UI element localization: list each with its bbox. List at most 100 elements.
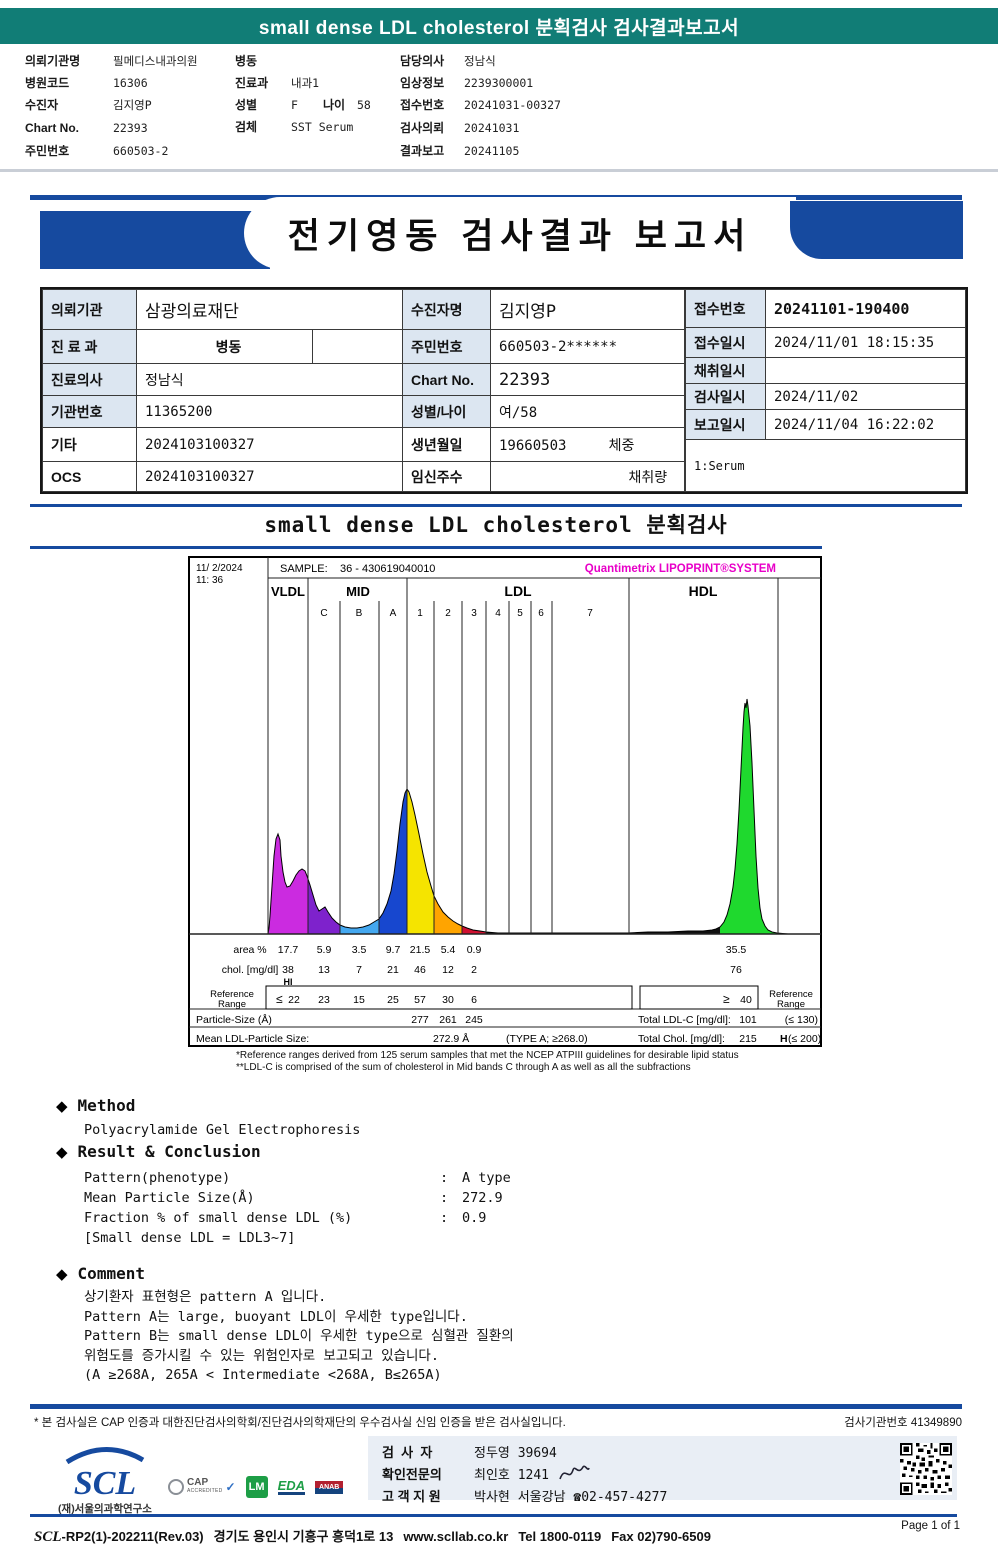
row-label-chol: chol. [mg/dl]	[222, 964, 279, 976]
chol-value: 13	[318, 964, 330, 976]
result-value: A type	[462, 1170, 511, 1186]
order-info-left: 의뢰기관 삼광의료재단 수진자명 김지영P 진 료 과 병동 주민번호 6605…	[42, 289, 685, 492]
banner-title: 전기영동 검사결과 보고서	[287, 216, 753, 256]
area-value: 21.5	[410, 944, 431, 956]
chart-date: 11/ 2/2024	[196, 563, 243, 574]
comment-heading-row: ◆ Comment	[56, 1264, 145, 1283]
cell-value: 11365200	[136, 395, 403, 428]
comment-line: Pattern A는 large, buoyant LDL이 우세한 type입…	[84, 1308, 468, 1325]
area-value: 3.5	[352, 944, 367, 956]
patient-header-col3: 담당의사 정남식 임상정보 2239300001 접수번호 20241031-0032…	[400, 50, 700, 162]
comment-line: 상기환자 표현형은 pattern A 입니다.	[84, 1289, 327, 1305]
field-label: 검사의뢰	[400, 121, 445, 135]
cell-value: 2024/11/02	[765, 383, 966, 410]
band-group-mid: MID	[346, 584, 370, 599]
serum-note: 1:Serum	[685, 439, 966, 492]
le-sign: ≤	[276, 992, 283, 1006]
banner-left-block	[40, 211, 270, 269]
mean-size-label: Mean LDL-Particle Size:	[196, 1033, 309, 1045]
cell-value	[312, 329, 403, 364]
result-colon: :	[440, 1190, 449, 1206]
cell-label: 접수번호	[685, 289, 766, 328]
footer-rule-bottom	[30, 1514, 957, 1517]
cell-value: 여/58	[490, 395, 685, 428]
band-sub: 2	[445, 608, 451, 619]
cell-label: 생년월일	[402, 427, 491, 462]
chart-time: 11: 36	[196, 575, 223, 586]
cell-value	[765, 357, 966, 384]
scl-logo-text: SCL	[73, 1465, 137, 1502]
field-label: 주민번호	[25, 144, 70, 158]
cell-value: 정남식	[136, 363, 403, 396]
cell-label: 진 료 과	[42, 329, 137, 364]
band-sub: 1	[417, 608, 423, 619]
header-divider	[0, 169, 998, 172]
area-value: 9.7	[386, 944, 401, 956]
ref-value: 40	[740, 994, 752, 1006]
cell-value: 20241101-190400	[765, 289, 966, 328]
ref-value: 6	[471, 994, 477, 1006]
field-label: 검체	[235, 120, 258, 134]
cell-label: 의뢰기관	[42, 289, 137, 330]
section-rule-bottom	[30, 546, 822, 549]
method-heading-row: ◆ Method	[56, 1096, 135, 1115]
cell-label: 수진자명	[402, 289, 491, 330]
field-value: 22393	[113, 121, 148, 135]
field-value: 필메디스내과의원	[113, 54, 198, 68]
certification-note: * 본 검사실은 CAP 인증과 대한진단검사의학회/진단검사의학재단의 우수검…	[34, 1417, 566, 1429]
cell-value: 2024103100327	[136, 427, 403, 462]
total-chol-ref: (≤ 200)	[788, 1033, 821, 1045]
footer-address: 경기도 용인시 기흥구 흥덕1로 13	[213, 1529, 394, 1544]
field-value: 58	[357, 98, 371, 112]
field-value: 정남식	[464, 54, 496, 68]
cell-label: 주민번호	[402, 329, 491, 364]
scl-logo: SCL (재)서울의과학연구소	[45, 1446, 165, 1516]
area-value: 35.5	[726, 944, 747, 956]
cell-value: 22393	[490, 363, 685, 396]
field-label: 의뢰기관명	[25, 54, 81, 68]
mean-size-type: (TYPE A; ≥268.0)	[506, 1033, 588, 1045]
total-chol-label: Total Chol. [mg/dl]:	[638, 1033, 725, 1045]
section-rule-top	[30, 504, 962, 507]
report-title: small dense LDL cholesterol 분획검사 검사결과보고서	[258, 17, 740, 39]
particle-value: 277	[411, 1014, 429, 1026]
result-label: Pattern(phenotype)	[84, 1170, 231, 1186]
doc-scl-text: SCL	[34, 1529, 62, 1545]
result-value: 272.9	[462, 1190, 503, 1206]
page-number: Page 1 of 1	[901, 1520, 960, 1532]
footnote: *Reference ranges derived from 125 serum…	[236, 1050, 739, 1061]
lipoprint-brand: Quantimetrix LIPOPRINT®SYSTEM	[585, 563, 776, 575]
footer-doc-line: SCL-RP2(1)-202211(Rev.03) 경기도 용인시 기흥구 흥덕…	[34, 1526, 711, 1546]
cell-value: 2024/11/01 18:15:35	[765, 327, 966, 358]
chol-value: 12	[442, 964, 454, 976]
cell-label: 성별/나이	[402, 395, 491, 428]
chart-footnotes: *Reference ranges derived from 125 serum…	[236, 1050, 856, 1074]
field-label: Chart No.	[25, 121, 79, 135]
ref-value: 23	[318, 994, 330, 1006]
field-label: 성별	[235, 98, 258, 112]
footer-website: www.scllab.co.kr	[403, 1529, 509, 1544]
band-sub: 4	[495, 608, 501, 619]
field-value: SST Serum	[291, 120, 354, 134]
banner-right-block	[790, 201, 963, 259]
comment-line: 위험도를 증가시킬 수 있는 위험인자로 보고되고 있습니다.	[84, 1347, 439, 1364]
field-label: 접수번호	[400, 98, 445, 112]
cell-label: 기관번호	[42, 395, 137, 428]
diamond-bullet-icon: ◆	[56, 1097, 68, 1115]
particle-value: 245	[465, 1014, 483, 1026]
comment-heading: Comment	[77, 1264, 145, 1283]
result-label: Mean Particle Size(Å)	[84, 1190, 255, 1206]
footer-tel: Tel 1800-0119	[518, 1529, 602, 1544]
chol-value: 7	[356, 964, 362, 976]
area-value: 0.9	[467, 944, 482, 956]
field-label: 수진자	[25, 98, 59, 112]
cell-label: Chart No.	[402, 363, 491, 396]
scl-arc-icon	[65, 1447, 145, 1465]
ref-range-label: Range	[218, 999, 246, 1010]
staff-label: 확인전문의	[382, 1466, 442, 1482]
field-label: 담당의사	[400, 54, 445, 68]
staff-value: 정두영 39694	[474, 1445, 557, 1461]
total-ldl-value: 101	[739, 1014, 757, 1026]
h-flag: H	[780, 1033, 788, 1045]
footer-rule-top	[30, 1404, 962, 1409]
